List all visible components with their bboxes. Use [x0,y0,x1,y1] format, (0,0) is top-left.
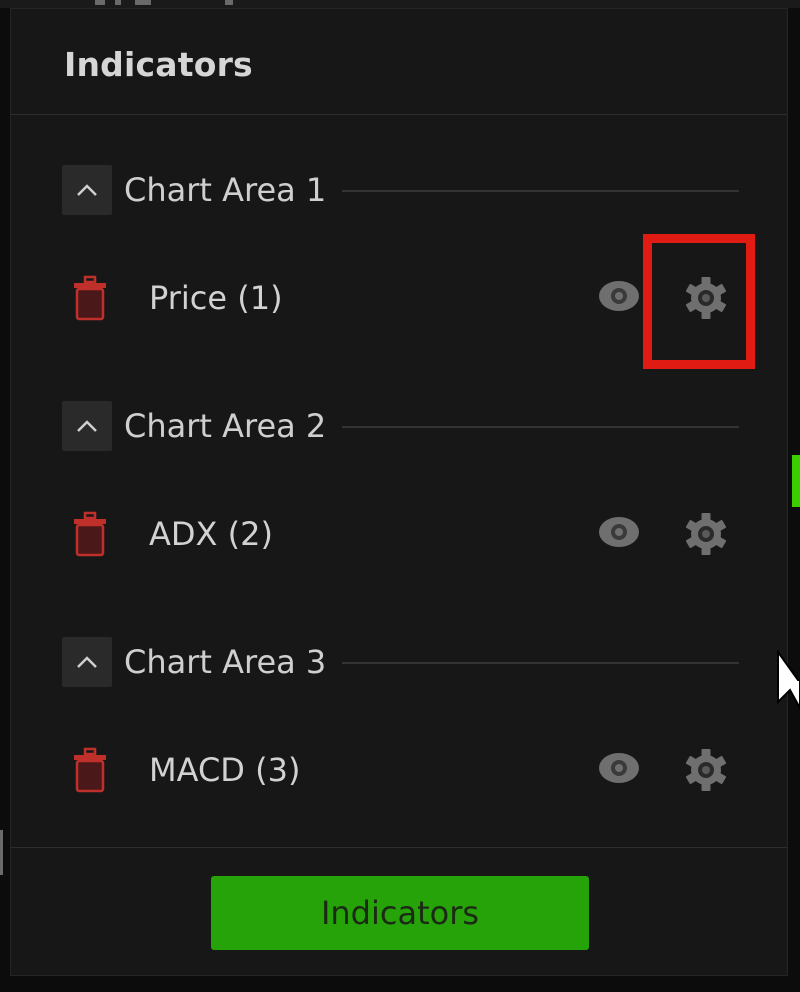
visibility-toggle[interactable] [597,515,641,553]
collapse-button[interactable] [62,637,112,687]
section-label: Chart Area 1 [124,171,327,209]
trash-icon [74,275,106,321]
trash-icon [74,511,106,557]
settings-button[interactable] [683,275,729,325]
chevron-up-icon [77,656,97,668]
section-chart-area-1: Chart Area 1 [62,165,742,215]
chevron-up-icon [77,184,97,196]
panel-footer: Indicators [11,847,787,977]
section-chart-area-3: Chart Area 3 [62,637,742,687]
eye-icon [599,517,639,547]
section-label: Chart Area 2 [124,407,327,445]
section-divider [342,190,739,192]
indicator-row-macd: MACD (3) [11,741,789,801]
mouse-cursor-icon [776,648,800,714]
gear-icon [685,513,727,555]
delete-button[interactable] [73,511,107,561]
settings-button[interactable] [683,747,729,797]
gear-icon [685,749,727,791]
section-chart-area-2: Chart Area 2 [62,401,742,451]
eye-icon [599,281,639,311]
indicator-row-price: Price (1) [11,269,789,329]
settings-button[interactable] [683,511,729,561]
section-divider [342,426,739,428]
window-top-strip [0,0,800,8]
visibility-toggle[interactable] [597,751,641,789]
gear-icon [685,277,727,319]
collapse-button[interactable] [62,401,112,451]
indicator-label: Price (1) [149,279,283,317]
indicator-label: ADX (2) [149,515,273,553]
background-edge-fragment [0,830,3,875]
screen: Indicators Chart Area 1 Price (1) Chart … [0,0,800,992]
panel-header: Indicators [11,9,787,115]
indicator-row-adx: ADX (2) [11,505,789,565]
indicators-panel: Indicators Chart Area 1 Price (1) Chart … [10,8,788,976]
background-chart-fragment [792,455,800,507]
panel-title: Indicators [64,45,253,84]
indicators-button[interactable]: Indicators [211,876,589,950]
delete-button[interactable] [73,275,107,325]
section-label: Chart Area 3 [124,643,327,681]
eye-icon [599,753,639,783]
trash-icon [74,747,106,793]
section-divider [342,662,739,664]
collapse-button[interactable] [62,165,112,215]
chevron-up-icon [77,420,97,432]
indicator-label: MACD (3) [149,751,301,789]
visibility-toggle[interactable] [597,279,641,317]
delete-button[interactable] [73,747,107,797]
